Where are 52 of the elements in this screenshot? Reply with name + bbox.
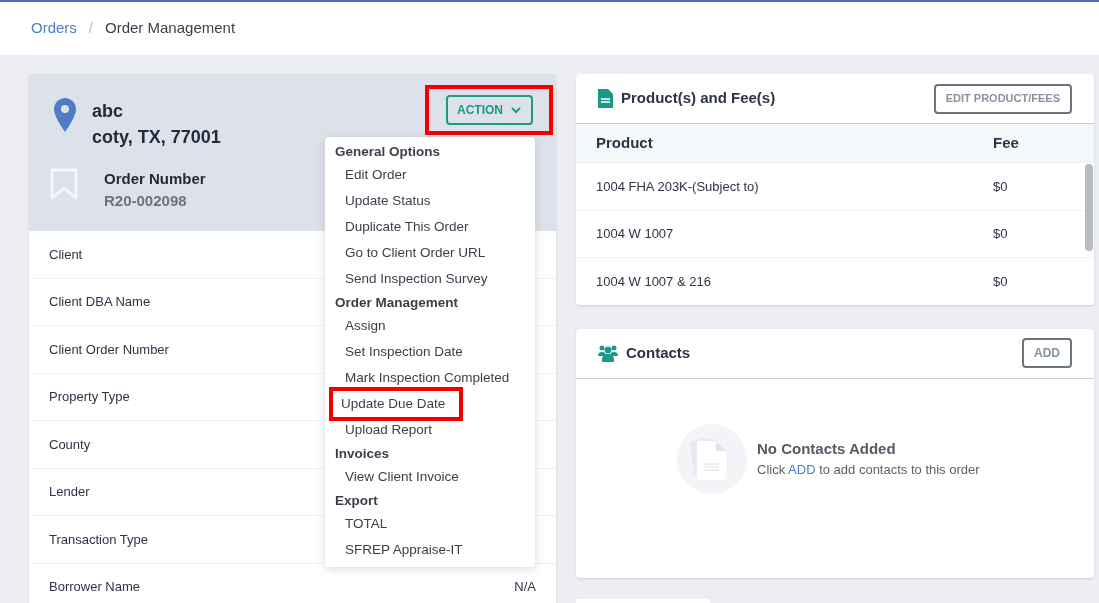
location-pin-icon bbox=[54, 98, 76, 132]
detail-label: Client bbox=[49, 245, 83, 264]
detail-value: N/A bbox=[514, 578, 536, 596]
fee-cell-text: $0 bbox=[993, 225, 1008, 243]
product-cell-text: 1004 W 1007 bbox=[596, 225, 675, 243]
detail-label: Transaction Type bbox=[49, 530, 148, 549]
column-header: Product bbox=[596, 132, 654, 153]
product-cell-text: 1004 FHA 203K-(Subject to) bbox=[596, 177, 760, 196]
menu-item[interactable]: Send Inspection Survey bbox=[333, 268, 500, 290]
order-number: R20-002098 bbox=[104, 191, 188, 211]
fee-cell-text: $0 bbox=[993, 272, 1008, 291]
card-title: Product(s) and Fee(s) bbox=[621, 88, 776, 109]
order-number-label: Order Number bbox=[104, 169, 206, 189]
column-header: Fee bbox=[993, 132, 1019, 153]
menu-item[interactable]: Upload Report bbox=[333, 419, 445, 441]
menu-item[interactable]: SFREP Appraise-IT bbox=[333, 539, 475, 561]
menu-item[interactable]: Set Inspection Date bbox=[333, 341, 475, 363]
card-title: Contacts bbox=[626, 342, 691, 363]
menu-item[interactable]: Mark Inspection Completed bbox=[333, 367, 522, 389]
menu-item[interactable]: View Client Invoice bbox=[333, 466, 471, 488]
detail-label: Client DBA Name bbox=[49, 293, 151, 311]
menu-group-title: Order Management bbox=[334, 294, 460, 312]
detail-label: Borrower Name bbox=[49, 578, 141, 596]
address-line: abc bbox=[92, 100, 125, 123]
users-icon bbox=[598, 344, 618, 362]
menu-item[interactable]: Duplicate This Order bbox=[333, 216, 481, 238]
detail-label: Lender bbox=[49, 483, 90, 501]
menu-group-title: Invoices bbox=[334, 445, 391, 463]
menu-item[interactable]: Update Due Date bbox=[329, 387, 464, 421]
document-icon bbox=[598, 89, 613, 108]
empty-document-icon bbox=[677, 423, 747, 494]
detail-label: Client Order Number bbox=[49, 340, 169, 359]
menu-group-title: General Options bbox=[334, 143, 442, 161]
add-link[interactable]: ADD bbox=[788, 462, 816, 477]
menu-group-title: Export bbox=[334, 492, 379, 510]
menu-item[interactable]: Edit Order bbox=[333, 164, 419, 186]
menu-item[interactable]: Go to Client Order URL bbox=[333, 242, 498, 264]
fee-cell-text: $0 bbox=[993, 177, 1008, 196]
menu-item[interactable]: TOTAL bbox=[333, 513, 400, 535]
breadcrumb-separator: / bbox=[88, 18, 93, 39]
chevron-down-icon bbox=[511, 106, 521, 114]
empty-title: No Contacts Added bbox=[757, 438, 897, 459]
address-line: coty, TX, 77001 bbox=[92, 126, 221, 149]
menu-item[interactable]: Update Status bbox=[333, 190, 443, 212]
breadcrumb-current: Order Management bbox=[105, 18, 236, 39]
empty-message: Click ADD to add contacts to this order bbox=[757, 461, 980, 479]
breadcrumb-link[interactable]: Orders bbox=[31, 17, 77, 40]
scrollbar-thumb[interactable] bbox=[1085, 164, 1093, 251]
menu-item[interactable]: Assign bbox=[333, 315, 398, 337]
detail-label: County bbox=[49, 435, 91, 454]
product-cell-text: 1004 W 1007 & 216 bbox=[596, 272, 712, 291]
detail-label: Property Type bbox=[49, 388, 130, 406]
